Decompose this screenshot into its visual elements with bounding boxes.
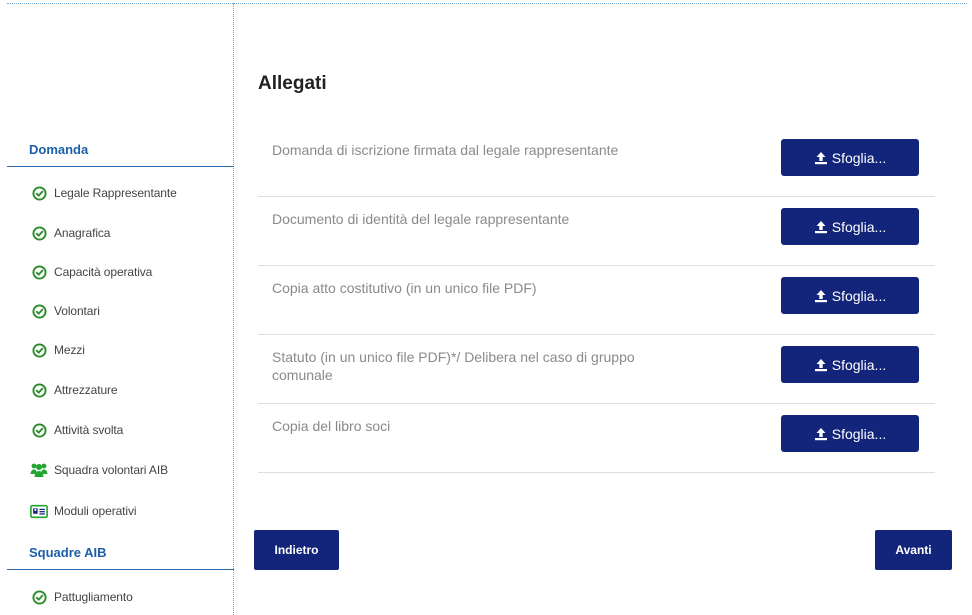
browse-button[interactable]: Sfoglia... (781, 415, 919, 452)
check-circle-icon (30, 184, 48, 202)
sidebar-item-label: Mezzi (54, 343, 85, 357)
attachment-row: Copia atto costitutivo (in un unico file… (258, 265, 935, 335)
sidebar-item-attrezzature[interactable]: Attrezzature (30, 380, 118, 400)
sidebar-item-label: Attività svolta (54, 423, 124, 437)
sidebar-item-pattugliamento[interactable]: Pattugliamento (30, 587, 133, 607)
upload-icon (814, 358, 828, 372)
sidebar-item-label: Legale Rappresentante (54, 186, 177, 200)
id-card-icon (30, 502, 48, 520)
browse-button[interactable]: Sfoglia... (781, 208, 919, 245)
users-icon (30, 461, 48, 479)
browse-button-label: Sfoglia... (831, 287, 887, 304)
attachment-label: Domanda di iscrizione firmata dal legale… (272, 142, 619, 158)
check-circle-icon (30, 224, 48, 242)
browse-button-label: Sfoglia... (831, 356, 887, 373)
upload-icon (814, 427, 828, 441)
page-title: Allegati (258, 73, 327, 94)
attachment-label: Documento di identità del legale rappres… (272, 211, 570, 227)
sidebar-item-mezzi[interactable]: Mezzi (30, 340, 85, 360)
sidebar: Domanda Legale Rappresentante Anagrafica… (7, 0, 234, 615)
attachment-row: Domanda di iscrizione firmata dal legale… (258, 127, 935, 197)
check-circle-icon (30, 588, 48, 606)
browse-button-label: Sfoglia... (831, 149, 887, 166)
check-circle-icon (30, 381, 48, 399)
sidebar-heading-domanda: Domanda (7, 139, 234, 167)
upload-icon (814, 220, 828, 234)
browse-button[interactable]: Sfoglia... (781, 346, 919, 383)
check-circle-icon (30, 263, 48, 281)
sidebar-item-label: Capacità operativa (54, 265, 153, 279)
sidebar-heading-squadre-aib: Squadre AIB (7, 542, 234, 570)
attachment-label: Copia del libro soci (272, 418, 391, 434)
sidebar-item-label: Squadra volontari AIB (54, 463, 168, 477)
attachment-row: Statuto (in un unico file PDF)*/ Deliber… (258, 334, 935, 404)
browse-button[interactable]: Sfoglia... (781, 139, 919, 176)
sidebar-item-label: Pattugliamento (54, 590, 133, 604)
sidebar-item-label: Volontari (54, 304, 100, 318)
browse-button-label: Sfoglia... (831, 218, 887, 235)
sidebar-item-anagrafica[interactable]: Anagrafica (30, 223, 110, 243)
sidebar-item-legale-rappresentante[interactable]: Legale Rappresentante (30, 183, 177, 203)
sidebar-item-attivita-svolta[interactable]: Attività svolta (30, 420, 123, 440)
sidebar-item-volontari[interactable]: Volontari (30, 301, 100, 321)
sidebar-item-label: Anagrafica (54, 226, 111, 240)
next-button[interactable]: Avanti (875, 530, 952, 570)
sidebar-item-moduli-operativi[interactable]: Moduli operativi (30, 501, 137, 521)
upload-icon (814, 289, 828, 303)
back-button[interactable]: Indietro (254, 530, 339, 570)
browse-button[interactable]: Sfoglia... (781, 277, 919, 314)
attachment-label: Statuto (in un unico file PDF)*/ Deliber… (272, 349, 635, 383)
check-circle-icon (30, 421, 48, 439)
attachment-label: Copia atto costitutivo (in un unico file… (272, 280, 537, 296)
sidebar-item-capacita-operativa[interactable]: Capacità operativa (30, 262, 152, 282)
check-circle-icon (30, 341, 48, 359)
upload-icon (814, 151, 828, 165)
attachment-row: Copia del libro soci Sfoglia... (258, 403, 935, 473)
attachment-row: Documento di identità del legale rappres… (258, 196, 935, 266)
check-circle-icon (30, 302, 48, 320)
sidebar-item-squadra-volontari-aib[interactable]: Squadra volontari AIB (30, 460, 168, 480)
browse-button-label: Sfoglia... (831, 425, 887, 442)
sidebar-item-label: Moduli operativi (54, 504, 137, 518)
sidebar-item-label: Attrezzature (54, 383, 118, 397)
